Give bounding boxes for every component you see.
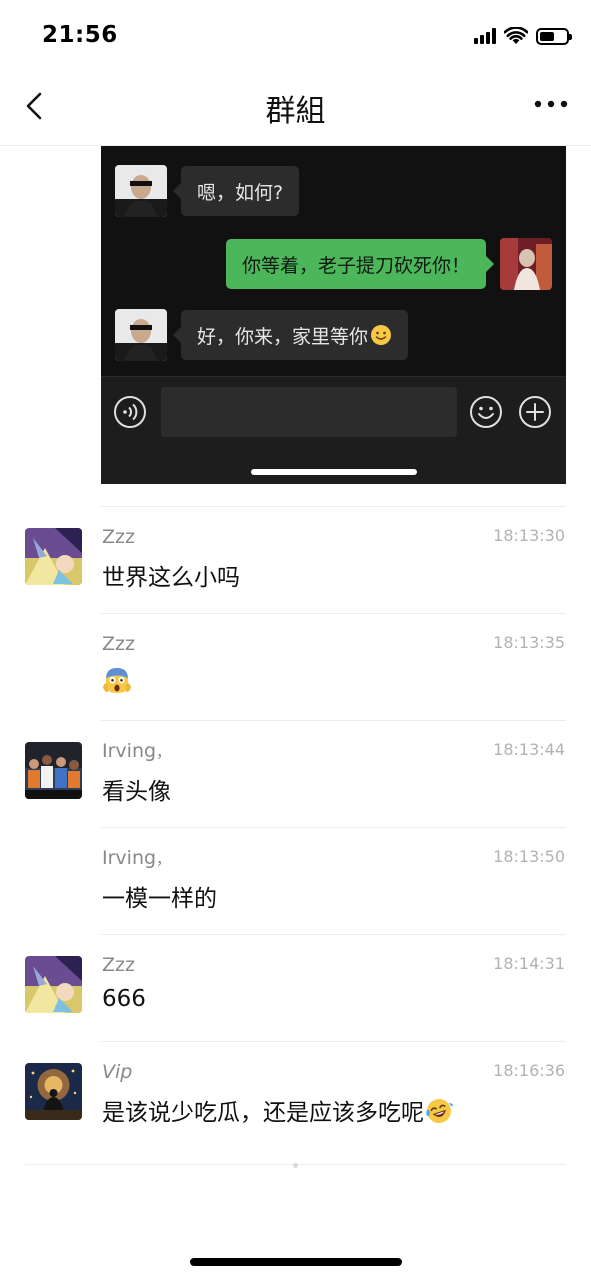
message-time: 18:13:44 (493, 740, 565, 759)
anime-avatar[interactable] (25, 528, 82, 585)
message-text-content: 是该说少吃瓜，还是应该多吃呢 (102, 1100, 424, 1126)
anime-avatar[interactable] (25, 956, 82, 1013)
message-item[interactable]: Vip 18:16:36 是该说少吃瓜，还是应该多吃呢 (0, 1041, 591, 1148)
status-bar: 21:56 (0, 0, 591, 70)
screenshot-message-left: 嗯，如何? (115, 165, 300, 217)
sender-name: Zzz (102, 633, 135, 655)
team-photo-avatar[interactable] (25, 742, 82, 799)
message-text[interactable] (102, 665, 132, 701)
screenshot-avatar (500, 238, 552, 290)
status-icons (474, 24, 572, 48)
screenshot-message-left: 好，你来，家里等你 (115, 309, 409, 361)
message-text[interactable]: 一模一样的 (102, 879, 217, 913)
screaming-face-emoji (103, 668, 131, 693)
sticker-icon (470, 396, 502, 428)
message-item[interactable]: Zzz 18:13:30 世界这么小吗 (0, 506, 591, 613)
signal-icon (474, 28, 496, 44)
sender-name: Irving， (102, 847, 171, 869)
message-text[interactable]: 世界这么小吗 (102, 558, 240, 592)
nav-bar: 群組 (0, 70, 591, 146)
wifi-icon (504, 27, 528, 44)
sender-suffix: ， (156, 850, 172, 868)
chat-title: 群組 (265, 94, 326, 129)
more-dots-icon[interactable] (533, 94, 569, 114)
sender-name: Irving， (102, 740, 171, 762)
screenshot-home-indicator (251, 469, 417, 475)
sender-name: Zzz (102, 954, 135, 976)
screenshot-avatar (115, 309, 167, 361)
sender-name-text: Irving (102, 740, 157, 762)
smile-emoji (371, 325, 392, 345)
screenshot-bubble: 好，你来，家里等你 (172, 310, 409, 360)
status-time: 21:56 (42, 22, 118, 48)
message-item[interactable]: Zzz 18:14:31 666 (0, 934, 591, 1041)
screenshot-bubble-green: 你等着，老子提刀砍死你！ (225, 239, 495, 289)
message-time: 18:16:36 (493, 1061, 565, 1080)
screenshot-avatar (115, 165, 167, 217)
plus-icon (519, 396, 551, 428)
shared-screenshot-image[interactable]: 嗯，如何? 你等着，老子提刀砍死你！ 好，你来，家里等你 (101, 146, 566, 484)
laughing-tears-emoji (426, 1099, 453, 1123)
screenshot-bubble: 嗯，如何? (172, 166, 300, 216)
message-text[interactable]: 是该说少吃瓜，还是应该多吃呢 (102, 1093, 453, 1127)
sender-suffix: ， (156, 743, 172, 761)
message-time: 18:13:30 (493, 526, 565, 545)
message-time: 18:13:35 (493, 633, 565, 652)
scroll-indicator (293, 1163, 298, 1168)
sender-name: Zzz (102, 526, 135, 548)
screenshot-bubble-text: 好，你来，家里等你 (197, 325, 369, 348)
sender-name: Vip (102, 1061, 133, 1083)
message-item[interactable]: Irving， 18:13:50 一模一样的 (0, 827, 591, 934)
home-indicator[interactable] (190, 1258, 402, 1266)
message-text[interactable]: 666 (102, 986, 146, 1012)
message-time: 18:13:50 (493, 847, 565, 866)
meditation-avatar[interactable] (25, 1063, 82, 1120)
message-item[interactable]: Irving， 18:13:44 看头像 (0, 720, 591, 827)
screenshot-message-right: 你等着，老子提刀砍死你！ (225, 238, 552, 290)
message-item[interactable]: Zzz 18:13:35 (0, 613, 591, 720)
screenshot-text-field (161, 387, 457, 437)
message-text[interactable]: 看头像 (102, 772, 171, 806)
voice-icon (114, 396, 146, 428)
screenshot-input-bar (101, 376, 566, 484)
sender-name-text: Irving (102, 847, 157, 869)
message-time: 18:14:31 (493, 954, 565, 973)
battery-icon (536, 27, 572, 45)
